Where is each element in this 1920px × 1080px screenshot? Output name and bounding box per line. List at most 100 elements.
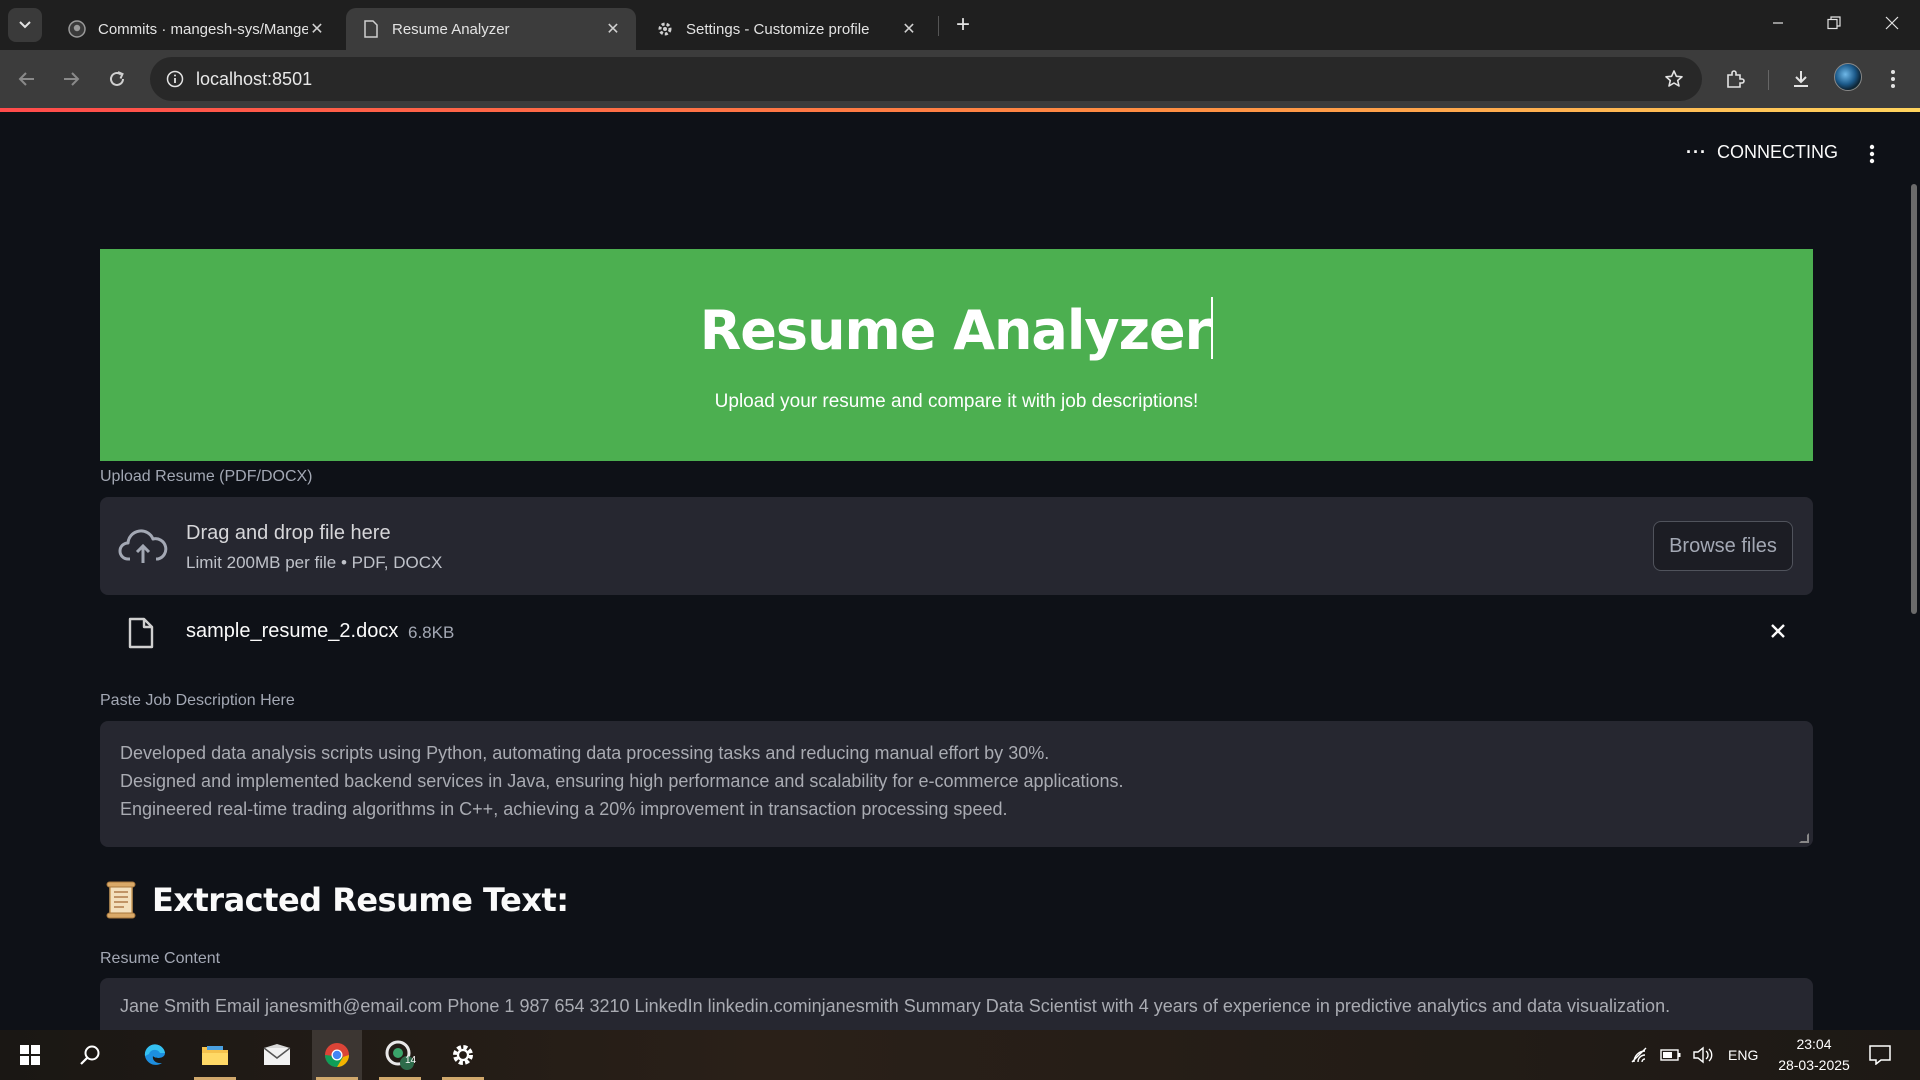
close-icon: [1771, 624, 1785, 638]
clock-time: 23:04: [1796, 1036, 1832, 1052]
volume-icon[interactable]: [1692, 1046, 1714, 1064]
search-button[interactable]: [65, 1030, 115, 1080]
close-tab-icon[interactable]: ✕: [900, 20, 918, 38]
browser-toolbar: localhost:8501: [0, 50, 1920, 108]
puzzle-icon: [1727, 70, 1745, 88]
mail-icon: [263, 1044, 291, 1065]
tab-search-button[interactable]: [8, 8, 42, 42]
folder-icon: [202, 1046, 228, 1065]
start-button[interactable]: [5, 1030, 55, 1080]
taskbar-badge-count: 14: [405, 1055, 417, 1066]
page-title-text: Resume Analyzer: [699, 299, 1212, 362]
forward-button[interactable]: [56, 64, 86, 94]
job-description-line: Developed data analysis scripts using Py…: [120, 743, 1050, 763]
arrow-right-icon: [64, 72, 80, 86]
scroll-icon: [106, 881, 136, 919]
taskbar-clock[interactable]: 23:04 28-03-2025: [1764, 1034, 1864, 1076]
windows-taskbar: 14 ENG 23:04 28-03-2025: [0, 1030, 1920, 1080]
download-icon: [1794, 71, 1808, 87]
dropzone-limit: Limit 200MB per file • PDF, DOCX: [186, 553, 443, 572]
dropzone-title: Drag and drop file here: [186, 522, 391, 544]
cloud-upload-icon: [118, 529, 168, 563]
remove-file-button[interactable]: [1765, 618, 1791, 644]
extracted-heading-text: Extracted Resume Text:: [152, 881, 569, 919]
chrome-icon: [325, 1043, 349, 1068]
notification-icon: [1869, 1045, 1891, 1065]
wifi-icon[interactable]: [1630, 1047, 1648, 1063]
battery-icon[interactable]: [1660, 1048, 1682, 1062]
back-button[interactable]: [12, 64, 42, 94]
restore-icon: [1827, 16, 1841, 30]
minimize-icon: [1773, 22, 1783, 24]
job-description-line: Engineered real-time trading algorithms …: [120, 799, 1008, 819]
app-menu-button[interactable]: [1860, 140, 1884, 168]
tab-resume-analyzer[interactable]: Resume Analyzer ✕: [346, 8, 636, 50]
textarea-resize-handle[interactable]: [1799, 833, 1809, 843]
page-icon: [362, 20, 380, 38]
hero-subtitle: Upload your resume and compare it with j…: [714, 391, 1199, 412]
github-icon: [68, 20, 86, 38]
taskbar-settings[interactable]: [438, 1030, 488, 1080]
resume-content-textarea[interactable]: Jane Smith Email janesmith@email.com Pho…: [100, 978, 1813, 1030]
browse-files-button[interactable]: Browse files: [1653, 521, 1793, 571]
reload-button[interactable]: [102, 64, 132, 94]
tab-title: Commits · mangesh-sys/Mange: [98, 20, 308, 38]
profile-avatar[interactable]: [1834, 63, 1862, 91]
hero-banner: Resume Analyzer Upload your resume and c…: [100, 249, 1813, 461]
new-tab-button[interactable]: +: [948, 10, 978, 40]
job-description-textarea[interactable]: Developed data analysis scripts using Py…: [100, 721, 1813, 847]
tab-settings[interactable]: Settings - Customize profile ✕: [640, 8, 932, 50]
downloads-button[interactable]: [1786, 64, 1816, 94]
status-text: CONNECTING: [1716, 142, 1838, 162]
file-dropzone[interactable]: Drag and drop file here Limit 200MB per …: [100, 497, 1813, 595]
resume-content-text: Jane Smith Email janesmith@email.com Pho…: [120, 996, 1671, 1016]
close-icon: [1885, 16, 1899, 30]
page-scrollbar[interactable]: [1911, 184, 1917, 614]
bookmark-star-icon[interactable]: [1660, 65, 1688, 93]
job-description-line: Designed and implemented backend service…: [120, 771, 1124, 791]
taskbar-file-explorer[interactable]: [190, 1030, 240, 1080]
url-text[interactable]: localhost:8501: [196, 69, 312, 90]
upload-label: Upload Resume (PDF/DOCX): [100, 468, 313, 485]
extracted-section-heading: Extracted Resume Text:: [102, 880, 569, 920]
arrow-left-icon: [18, 72, 34, 86]
taskbar-edge[interactable]: [130, 1030, 180, 1080]
language-indicator[interactable]: ENG: [1728, 1047, 1758, 1063]
windows-logo-icon: [20, 1045, 40, 1065]
uploaded-file-size: 6.8KB: [408, 623, 455, 642]
text-cursor: [1211, 297, 1214, 359]
address-bar[interactable]: localhost:8501: [150, 57, 1702, 101]
close-window-button[interactable]: [1864, 0, 1920, 46]
restore-button[interactable]: [1806, 0, 1862, 46]
system-tray: ENG: [1630, 1030, 1758, 1080]
site-info-icon[interactable]: [160, 64, 190, 94]
edge-icon: [144, 1044, 165, 1065]
close-tab-icon[interactable]: ✕: [308, 20, 326, 38]
resume-content-label: Resume Content: [100, 950, 221, 967]
browser-menu-button[interactable]: [1878, 64, 1908, 94]
minimize-button[interactable]: [1750, 0, 1806, 46]
gear-icon: [453, 1045, 473, 1065]
notifications-button[interactable]: [1855, 1030, 1905, 1080]
tab-separator: [938, 16, 939, 36]
taskbar-mail[interactable]: [252, 1030, 302, 1080]
app-main: ··· CONNECTING Resume Analyzer Upload yo…: [0, 112, 1920, 1030]
tab-commits[interactable]: Commits · mangesh-sys/Mange ✕: [52, 8, 340, 50]
gear-icon: [656, 20, 674, 38]
taskbar-app-badge[interactable]: 14: [375, 1030, 425, 1080]
job-description-label: Paste Job Description Here: [100, 692, 295, 709]
taskbar-chrome[interactable]: [312, 1030, 362, 1080]
tab-title: Settings - Customize profile: [686, 20, 870, 38]
extensions-button[interactable]: [1720, 64, 1750, 94]
connecting-dots-icon: ···: [1686, 142, 1707, 162]
file-icon: [128, 617, 154, 649]
search-icon: [80, 1045, 100, 1065]
kebab-menu-icon: [1891, 70, 1895, 88]
connection-status: ··· CONNECTING: [1686, 142, 1838, 163]
close-tab-icon[interactable]: ✕: [604, 20, 622, 38]
uploaded-file-name: sample_resume_2.docx: [186, 620, 399, 642]
page-title: Resume Analyzer: [100, 297, 1813, 362]
uploaded-file-row: sample_resume_2.docx 6.8KB: [100, 608, 1813, 656]
browser-tabstrip: Commits · mangesh-sys/Mange ✕ Resume Ana…: [0, 0, 1920, 50]
reload-icon: [110, 71, 124, 86]
